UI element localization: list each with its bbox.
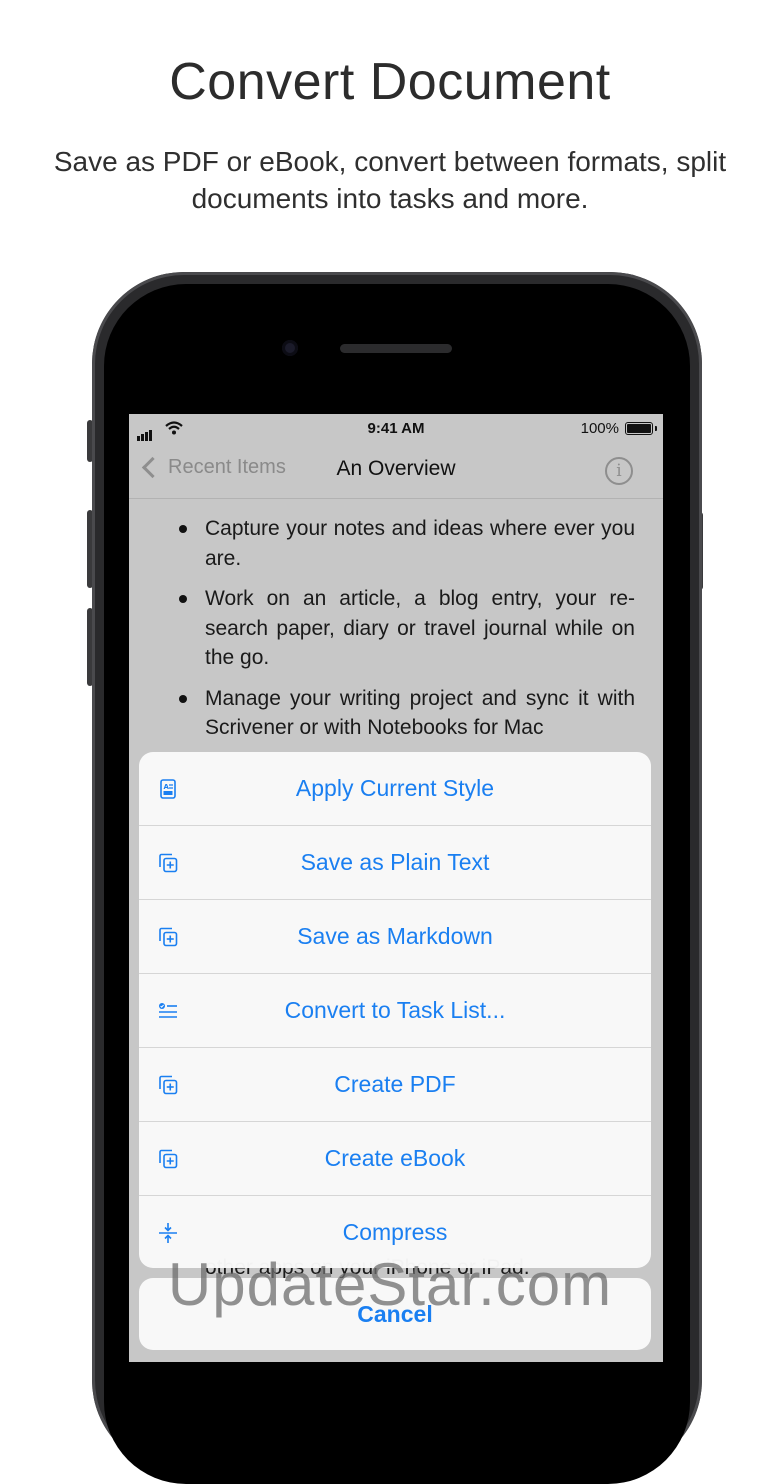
compress-icon (159, 1223, 177, 1243)
watermark-text: UpdateStar.com (167, 1251, 613, 1318)
list-item: Manage your writing project and sync it … (179, 684, 635, 743)
create-ebook-button[interactable]: Create eBook (139, 1122, 651, 1196)
front-camera (282, 340, 298, 356)
action-label: Save as Markdown (297, 923, 493, 949)
action-sheet: A Apply Current Style Save as Plain Text (139, 752, 651, 1268)
style-icon: A (160, 779, 176, 799)
status-bar: 9:41 AM 100% (129, 414, 663, 444)
save-as-plain-text-button[interactable]: Save as Plain Text (139, 826, 651, 900)
list-item: Work on an article, a blog entry, your r… (179, 584, 635, 673)
action-label: Create PDF (334, 1071, 456, 1097)
info-icon[interactable]: i (605, 457, 633, 485)
duplicate-plus-icon (159, 1075, 178, 1095)
apply-current-style-button[interactable]: A Apply Current Style (139, 752, 651, 826)
duplicate-plus-icon (159, 927, 178, 947)
svg-text:A: A (164, 783, 170, 791)
action-label: Save as Plain Text (300, 849, 490, 875)
battery-percent: 100% (580, 420, 619, 437)
earpiece-speaker (340, 344, 452, 353)
battery-tip (655, 426, 657, 431)
task-list-icon (159, 1003, 177, 1018)
list-item: Capture your notes and ideas where ever … (179, 514, 635, 573)
action-label: Create eBook (324, 1145, 466, 1171)
navigation-bar: Recent Items An Overview i (129, 444, 663, 499)
action-label: Apply Current Style (295, 775, 495, 801)
create-pdf-button[interactable]: Create PDF (139, 1048, 651, 1122)
action-label: Convert to Task List... (284, 997, 506, 1023)
convert-to-task-list-button[interactable]: Convert to Task List... (139, 974, 651, 1048)
duplicate-plus-icon (159, 853, 178, 873)
page-headline: Convert Document (169, 53, 611, 111)
nav-title: An Overview (336, 457, 456, 480)
page-subtitle: Save as PDF or eBook, convert between fo… (53, 146, 727, 214)
action-label: Compress (342, 1219, 448, 1245)
battery-icon (625, 422, 653, 435)
save-as-markdown-button[interactable]: Save as Markdown (139, 900, 651, 974)
phone-screen: 9:41 AM 100% Recent Items An Overview i … (129, 414, 663, 1362)
document-body[interactable]: Capture your notes and ideas where ever … (179, 514, 635, 754)
duplicate-plus-icon (159, 1149, 178, 1169)
